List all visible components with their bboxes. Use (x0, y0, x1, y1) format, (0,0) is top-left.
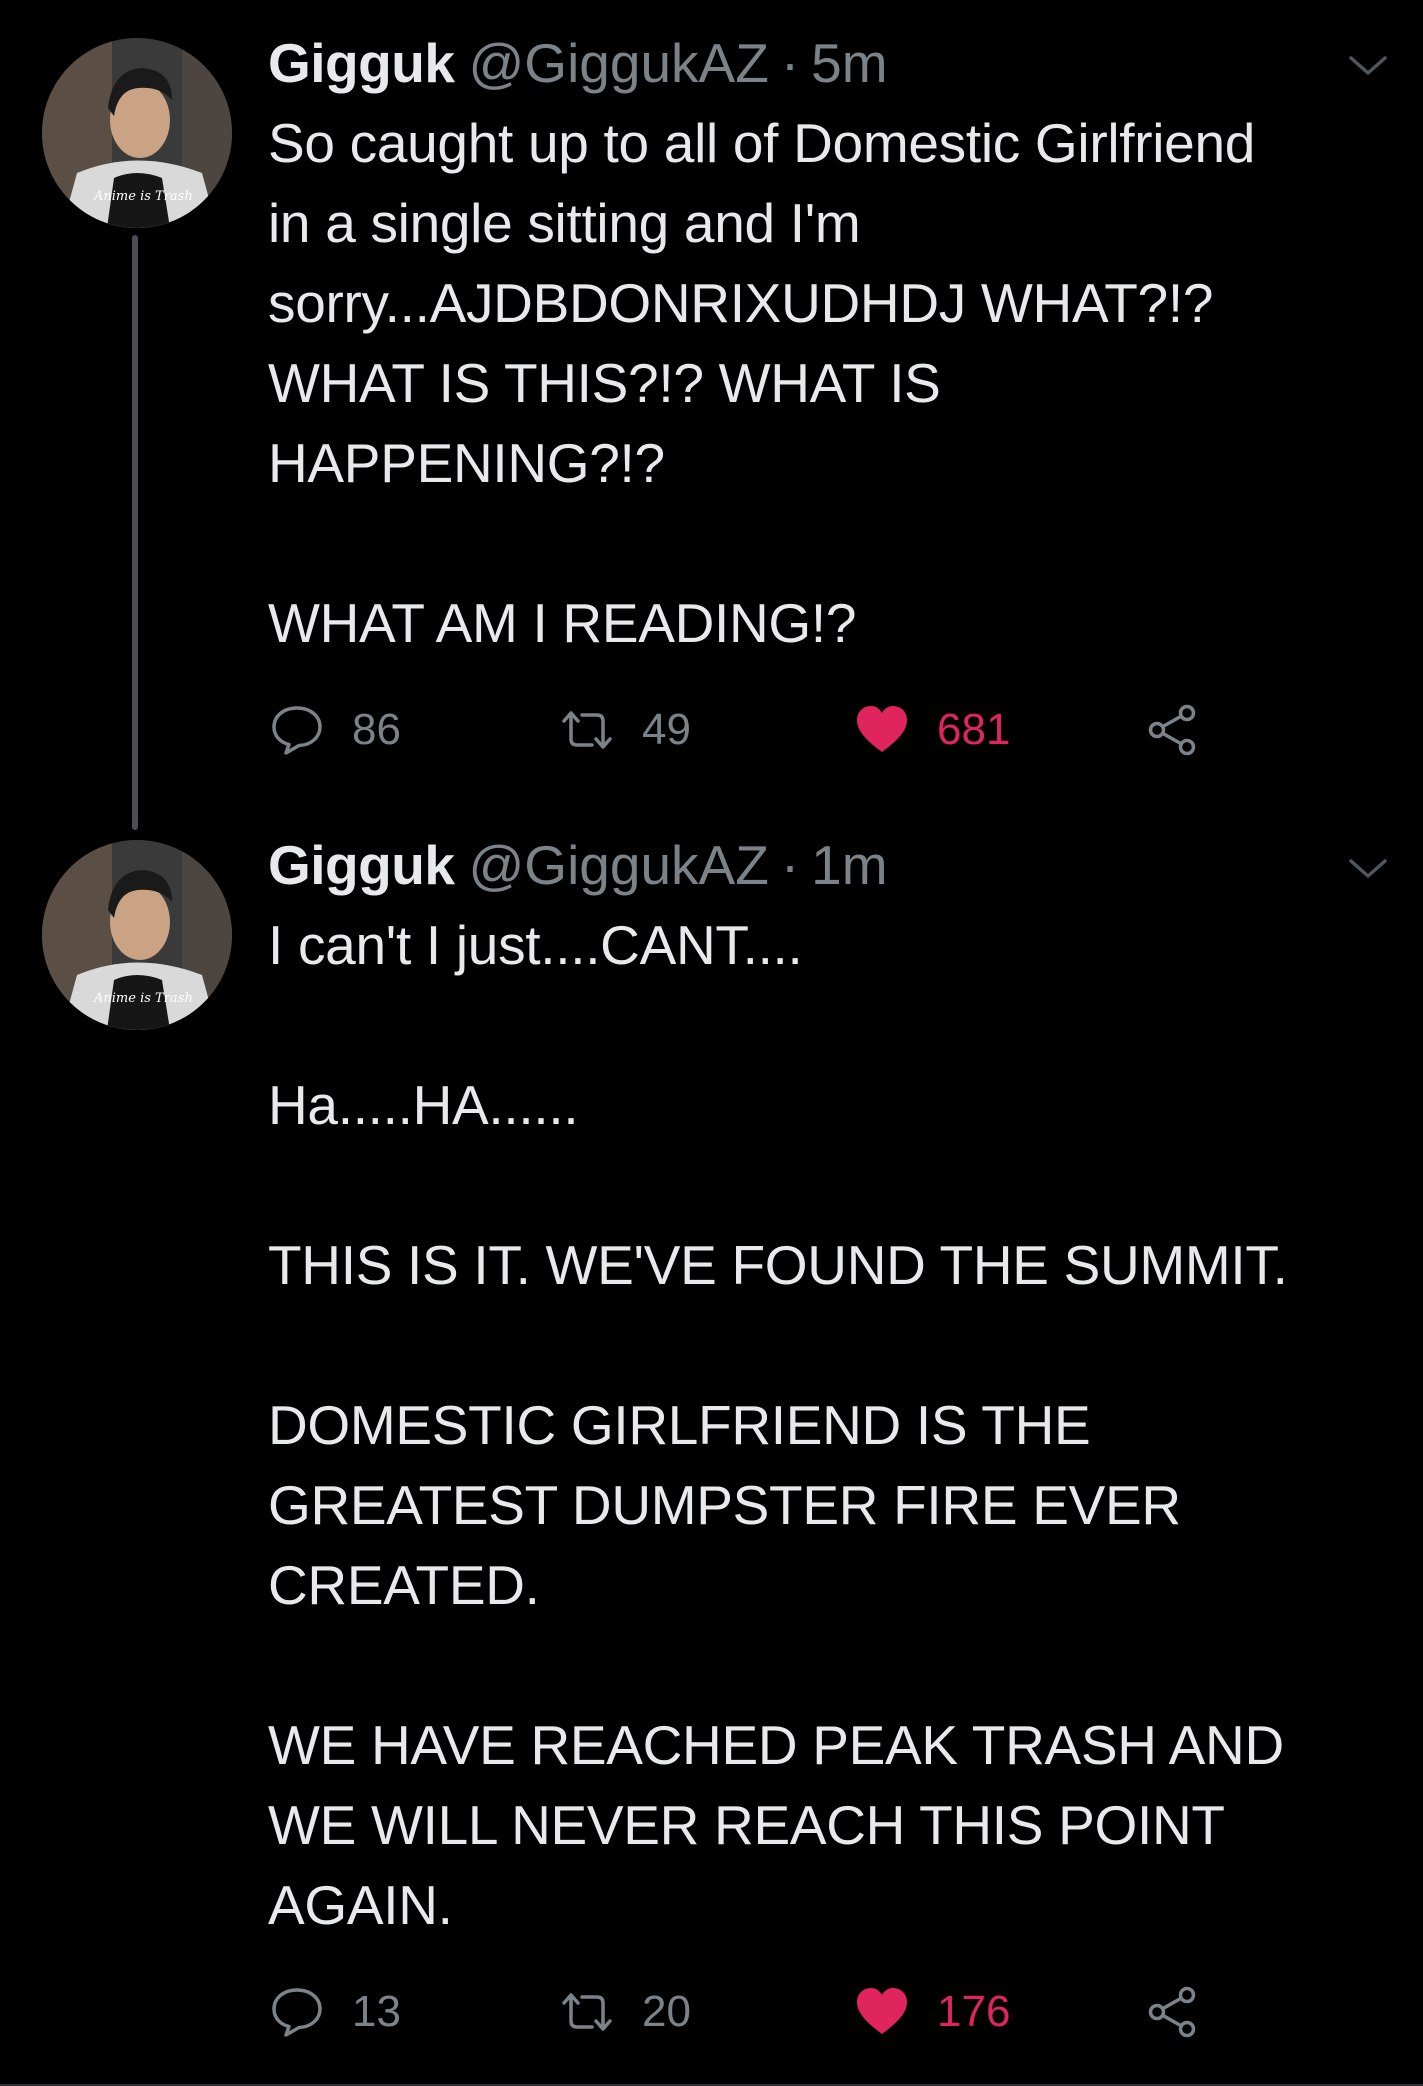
speech-bubble-icon (268, 1983, 352, 2041)
user-handle[interactable]: @GiggukAZ (468, 33, 768, 93)
like-count: 681 (937, 705, 1011, 754)
tweet-line: CREATED. (268, 1554, 540, 1616)
avatar[interactable]: Anime is Trash (42, 840, 232, 1030)
tweet-text: So caught up to all of Domestic Girlfrie… (268, 103, 1393, 663)
tweet-line: DOMESTIC GIRLFRIEND IS THE (268, 1394, 1091, 1456)
share-button[interactable] (1143, 1977, 1201, 2047)
tweet-line: WHAT AM I READING!? (268, 592, 857, 654)
heart-icon (853, 701, 937, 759)
tweet-line (268, 1305, 1393, 1385)
retweet-count: 20 (642, 1987, 691, 2036)
separator-dot: · (780, 32, 800, 94)
tweet-line: WHAT IS THIS?!? WHAT IS (268, 352, 941, 414)
avatar[interactable]: Anime is Trash (42, 38, 232, 228)
tweet-line: in a single sitting and I'm (268, 192, 861, 254)
tweet-timestamp[interactable]: 1m (811, 835, 887, 895)
user-handle[interactable]: @GiggukAZ (468, 835, 768, 895)
separator-dot: · (780, 834, 800, 896)
retweet-arrows-icon (558, 1983, 642, 2041)
tweet-line: WE WILL NEVER REACH THIS POINT (268, 1794, 1225, 1856)
display-name[interactable]: Gigguk (268, 33, 455, 93)
tweet-line: I can't I just....CANT.... (268, 914, 803, 976)
reply-count: 13 (352, 1987, 401, 2036)
tweet-line: GREATEST DUMPSTER FIRE EVER (268, 1474, 1181, 1536)
retweet-arrows-icon (558, 701, 642, 759)
tweet-line: sorry...AJDBDONRIXUDHDJ WHAT?!? (268, 272, 1214, 334)
chevron-down-icon[interactable] (1343, 50, 1393, 80)
reply-button[interactable]: 86 (268, 695, 401, 765)
reply-button[interactable]: 13 (268, 1977, 401, 2047)
like-button[interactable]: 176 (853, 1977, 1010, 2047)
tweet-line: WE HAVE REACHED PEAK TRASH AND (268, 1714, 1284, 1776)
tweet-line: AGAIN. (268, 1874, 453, 1936)
tweet[interactable]: Anime is Trash Gigguk @GiggukAZ · 1m I c… (0, 815, 1423, 2086)
like-button[interactable]: 681 (853, 695, 1010, 765)
tweet[interactable]: Anime is Trash Gigguk @GiggukAZ · 5m So … (0, 0, 1423, 815)
tweet-line (268, 503, 1393, 583)
tweet-thread: Anime is Trash Gigguk @GiggukAZ · 5m So … (0, 0, 1423, 2086)
tweet-header: Gigguk @GiggukAZ · 5m (268, 33, 888, 93)
tweet-line (268, 985, 1393, 1065)
share-nodes-icon (1143, 701, 1201, 759)
tweet-line: HAPPENING?!? (268, 432, 665, 494)
retweet-button[interactable]: 49 (558, 695, 691, 765)
retweet-count: 49 (642, 705, 691, 754)
share-button[interactable] (1143, 695, 1201, 765)
tweet-line (268, 1145, 1393, 1225)
tweet-actions: 13 20 176 (268, 1977, 1228, 2047)
tweet-text: I can't I just....CANT.... Ha.....HA....… (268, 905, 1393, 1945)
tweet-actions: 86 49 681 (268, 695, 1228, 765)
like-count: 176 (937, 1987, 1011, 2036)
share-nodes-icon (1143, 1983, 1201, 2041)
svg-text:Anime is Trash: Anime is Trash (93, 189, 193, 204)
speech-bubble-icon (268, 701, 352, 759)
svg-text:Anime is Trash: Anime is Trash (93, 991, 193, 1006)
display-name[interactable]: Gigguk (268, 835, 455, 895)
heart-icon (853, 1983, 937, 2041)
chevron-down-icon[interactable] (1343, 853, 1393, 883)
tweet-line: THIS IS IT. WE'VE FOUND THE SUMMIT. (268, 1234, 1288, 1296)
tweet-line (268, 1625, 1393, 1705)
tweet-timestamp[interactable]: 5m (811, 33, 887, 93)
tweet-line: Ha.....HA...... (268, 1074, 579, 1136)
reply-count: 86 (352, 705, 401, 754)
tweet-header: Gigguk @GiggukAZ · 1m (268, 835, 888, 895)
tweet-line: So caught up to all of Domestic Girlfrie… (268, 112, 1256, 174)
retweet-button[interactable]: 20 (558, 1977, 691, 2047)
